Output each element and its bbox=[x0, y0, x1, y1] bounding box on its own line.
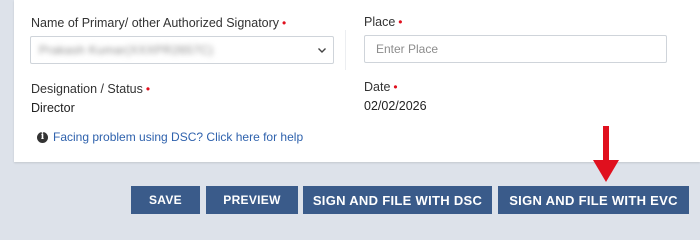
info-circle-icon: i bbox=[37, 131, 48, 143]
required-marker: • bbox=[145, 82, 151, 96]
column-divider bbox=[345, 30, 346, 70]
required-marker: • bbox=[393, 80, 398, 94]
signatory-select[interactable]: Prakash Kumar(XXXPR2657C) bbox=[30, 36, 334, 64]
designation-label-text: Designation / Status bbox=[31, 82, 143, 96]
date-label: Date • bbox=[364, 80, 398, 94]
place-label-text: Place bbox=[364, 15, 396, 29]
preview-button[interactable]: PREVIEW bbox=[206, 186, 298, 214]
designation-value: Director bbox=[31, 101, 75, 115]
save-button[interactable]: SAVE bbox=[131, 186, 200, 214]
required-marker: • bbox=[398, 15, 403, 29]
date-value: 02/02/2026 bbox=[364, 99, 427, 113]
dsc-help-link-text: Facing problem using DSC? Click here for… bbox=[53, 130, 304, 144]
dsc-help-link[interactable]: i Facing problem using DSC? Click here f… bbox=[37, 130, 303, 144]
date-label-text: Date bbox=[364, 80, 391, 94]
place-input[interactable] bbox=[364, 35, 667, 63]
place-label: Place • bbox=[364, 15, 402, 29]
designation-label: Designation / Status • bbox=[31, 82, 150, 96]
signatory-selected-value: Prakash Kumar(XXXPR2657C) bbox=[39, 43, 214, 57]
required-marker: • bbox=[282, 16, 287, 30]
sign-file-evc-button[interactable]: SIGN AND FILE WITH EVC bbox=[498, 186, 689, 214]
chevron-down-icon bbox=[318, 48, 326, 53]
sign-file-dsc-button[interactable]: SIGN AND FILE WITH DSC bbox=[303, 186, 492, 214]
red-down-arrow-icon bbox=[593, 126, 619, 182]
signatory-label: Name of Primary/ other Authorized Signat… bbox=[31, 16, 286, 30]
signatory-label-text: Name of Primary/ other Authorized Signat… bbox=[31, 16, 280, 30]
